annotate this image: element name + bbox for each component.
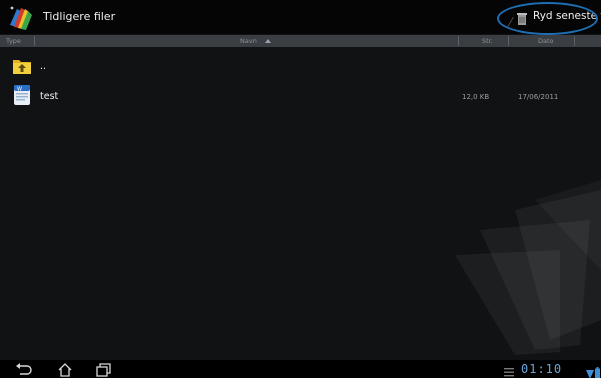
column-divider xyxy=(458,36,459,46)
file-date: 17/06/2011 xyxy=(518,93,559,101)
clear-recent-files-button[interactable]: Ryd seneste filer xyxy=(517,6,601,28)
column-divider xyxy=(508,36,509,46)
app-window: Tidligere filer Ryd seneste filer Type xyxy=(0,0,601,378)
sort-ascending-icon xyxy=(264,39,271,43)
action-divider-icon xyxy=(507,12,514,27)
word-document-icon: W xyxy=(11,84,33,106)
column-divider xyxy=(34,36,35,46)
list-item[interactable]: W test 12,0 KB 17/06/2011 xyxy=(0,80,601,112)
clear-history-icon xyxy=(517,10,527,25)
action-bar: Tidligere filer Ryd seneste filer xyxy=(0,0,601,35)
background-decoration xyxy=(440,180,601,360)
column-header: Type Navn Str. Dato xyxy=(0,35,601,47)
parent-folder-icon xyxy=(11,54,33,76)
column-size[interactable]: Str. xyxy=(482,35,493,47)
list-item[interactable]: .. xyxy=(0,50,601,82)
file-size: 12,0 KB xyxy=(462,93,490,101)
usb-icon[interactable] xyxy=(503,363,515,377)
column-date[interactable]: Dato xyxy=(538,35,554,47)
home-icon[interactable] xyxy=(55,362,75,377)
clear-recent-files-label: Ryd seneste filer xyxy=(533,10,601,22)
file-name: test xyxy=(40,91,59,102)
app-title: Tidligere filer xyxy=(43,10,116,23)
wifi-icon xyxy=(586,364,594,378)
column-name-label: Navn xyxy=(240,37,257,45)
back-icon[interactable] xyxy=(14,362,34,376)
app-logo-icon[interactable] xyxy=(8,5,34,31)
column-divider xyxy=(574,36,575,46)
column-name[interactable]: Navn xyxy=(240,35,272,47)
column-type[interactable]: Type xyxy=(6,35,21,47)
file-name: .. xyxy=(40,61,47,72)
svg-text:W: W xyxy=(17,86,22,92)
status-clock[interactable]: 01:10 xyxy=(521,362,562,376)
recent-apps-icon[interactable] xyxy=(93,362,113,377)
battery-icon xyxy=(595,363,600,378)
system-bar: 01:10 xyxy=(0,360,601,378)
